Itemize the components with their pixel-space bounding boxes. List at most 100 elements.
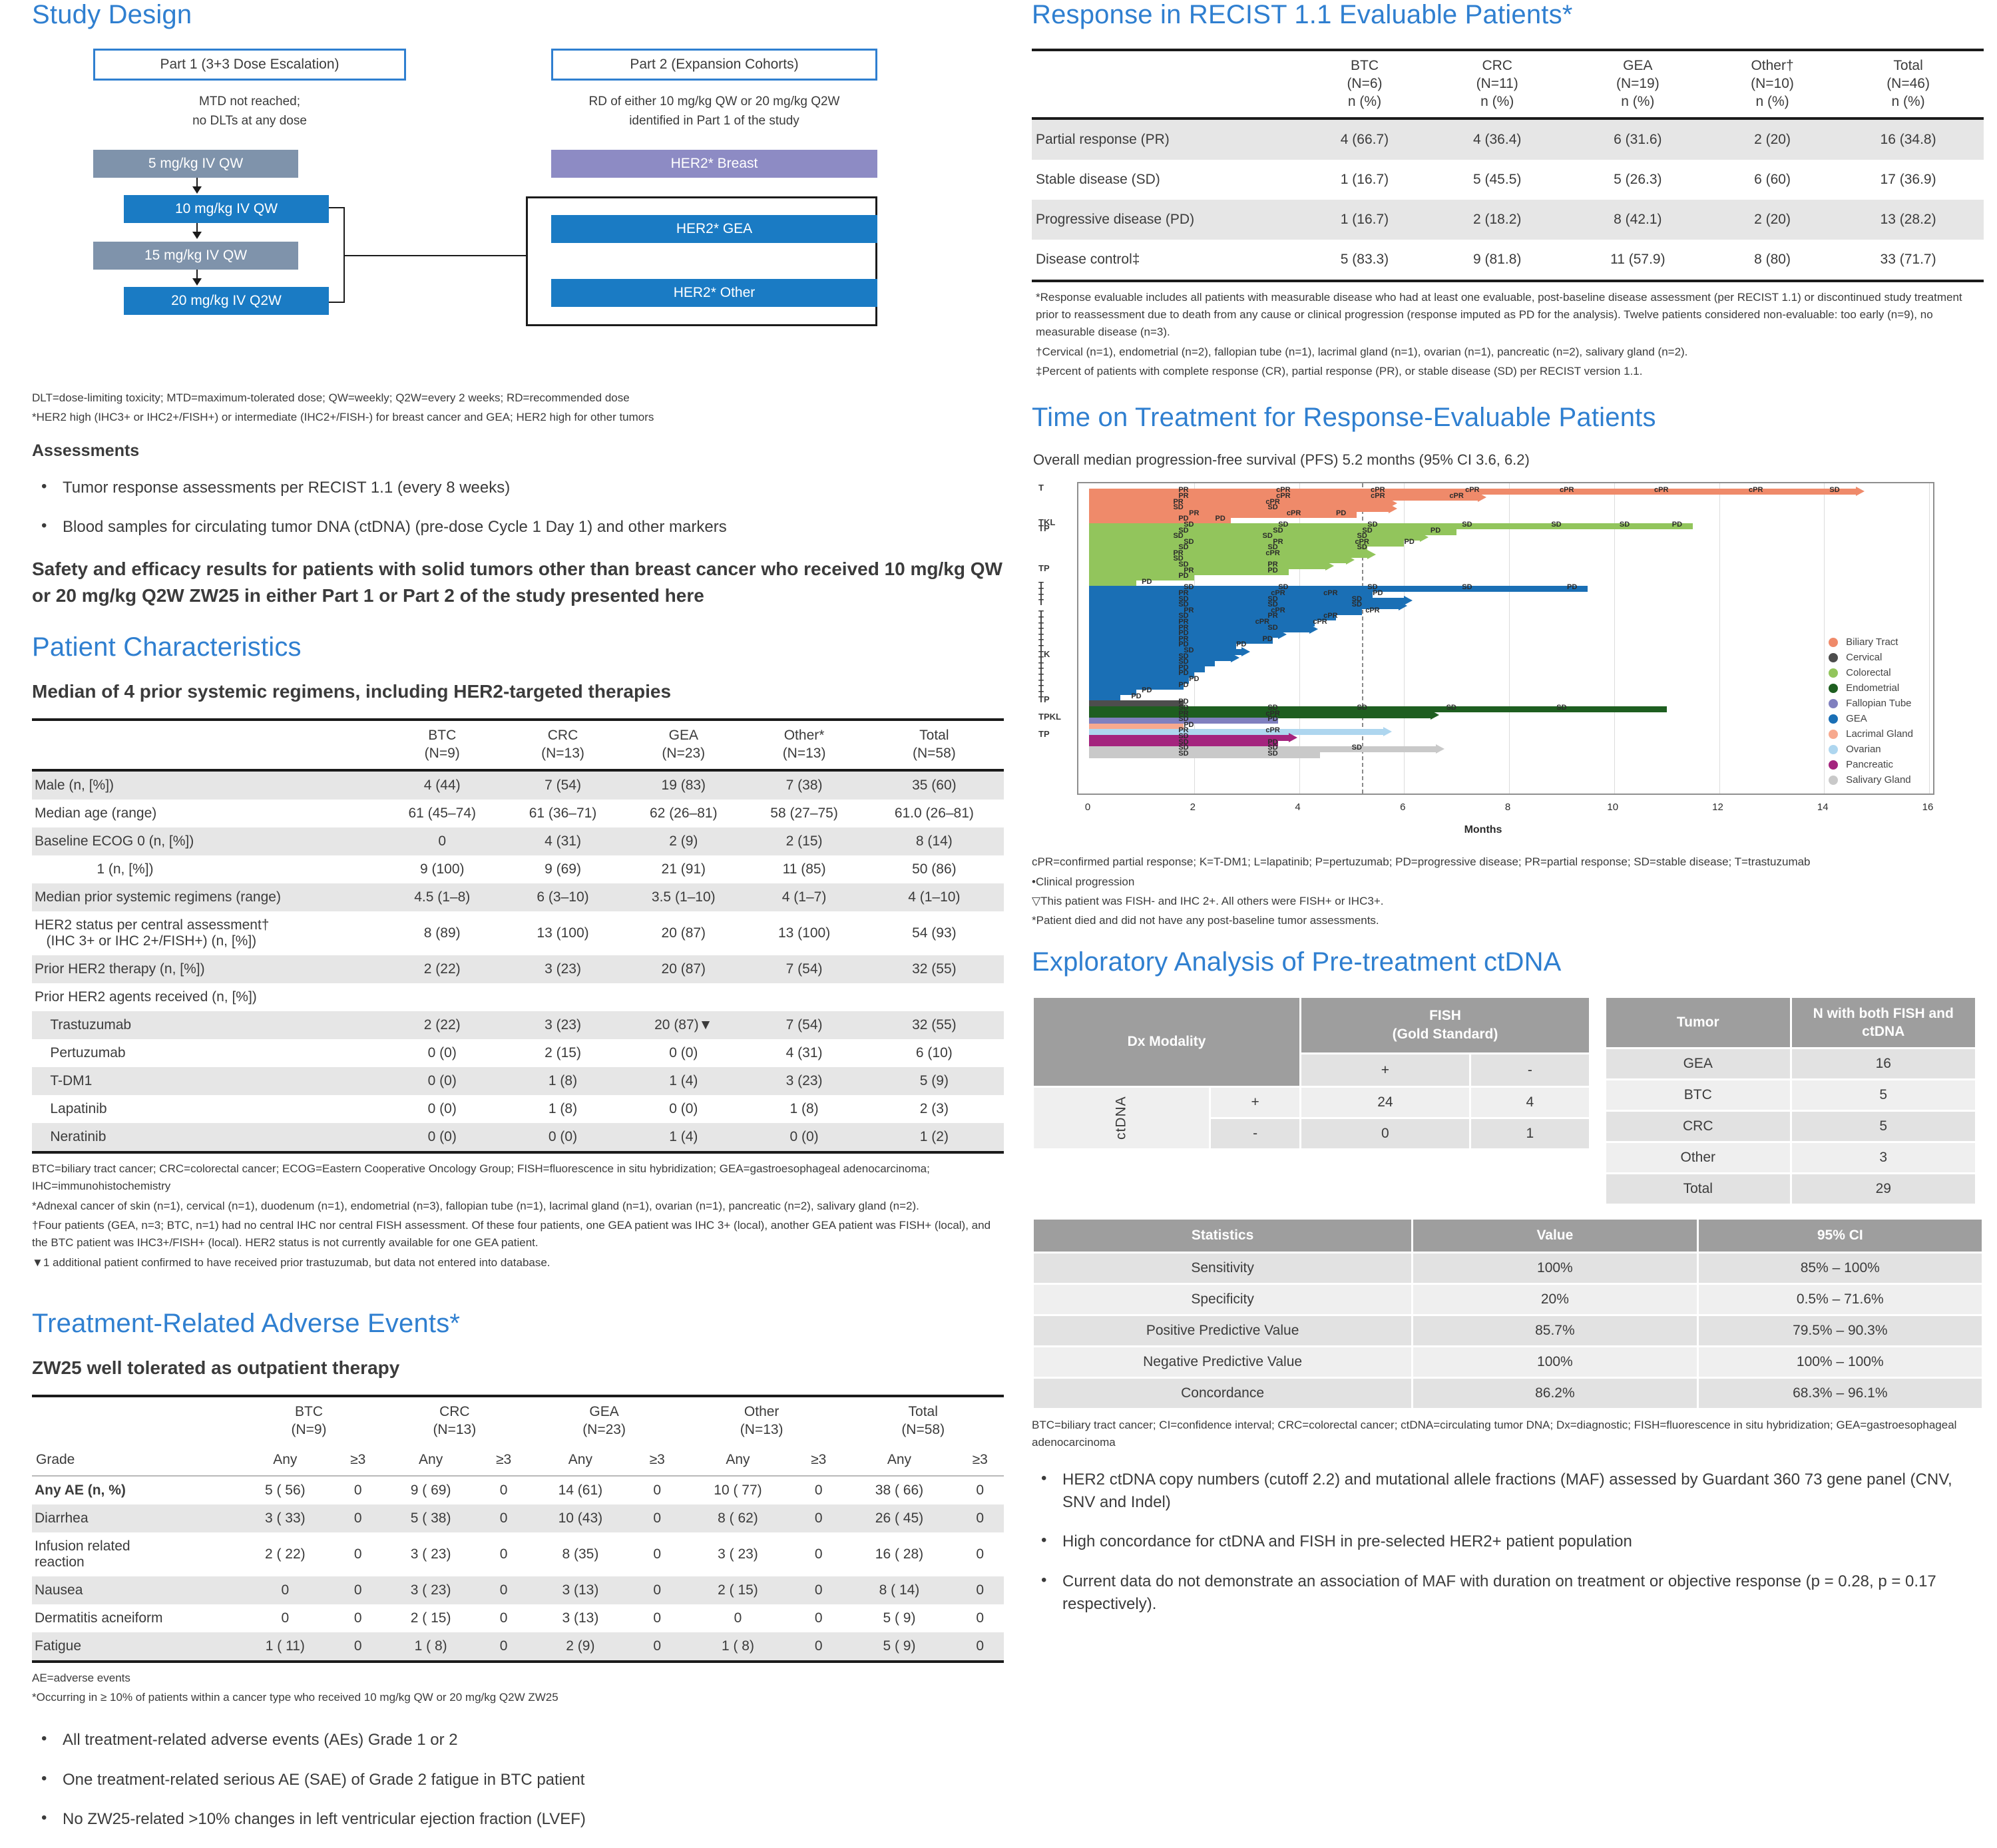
table-row: Prior HER2 agents received (n, [%]) [32, 983, 1004, 1011]
adverse-events-subhead: ZW25 well tolerated as outpatient therap… [32, 1357, 400, 1378]
list-item: High concordance for ctDNA and FISH in p… [1032, 1530, 1984, 1553]
legend-label: Fallopian Tube [1846, 698, 1912, 710]
table-cell: 5 ( 56) [264, 1482, 306, 1498]
response-marker: SD [1267, 503, 1278, 512]
table-row: Median age (range) 61 (45–74) 61 (36–71) 62… [32, 800, 1004, 827]
patient-characteristics-table: BTC (N=9) CRC (N=13) GEA (N=23) Other* (… [32, 718, 1004, 1154]
response-marker: cPR [1265, 549, 1280, 557]
response-marker: SD [1351, 744, 1362, 752]
table-row: HER2 status per central assessment† (IHC… [32, 911, 1004, 955]
response-marker: SD [1267, 623, 1278, 632]
table-cell: 0 [814, 1610, 823, 1626]
assessments-list: Tumor response assessments per RECIST 1.… [32, 475, 1004, 539]
tumor-n: 3 [1791, 1143, 1975, 1173]
table-cell: 3 ( 33) [236, 1504, 335, 1532]
dose-label-10mg: 10 mg/kg IV QW [174, 201, 278, 216]
stat-ci: 68.3% – 96.1% [1698, 1378, 1982, 1408]
adverse-events-footnotes: AE=adverse events *Occurring in ≥ 10% of… [32, 1670, 1004, 1707]
ae-group-other: Other (N=13) [740, 1403, 783, 1437]
table-cell: 4 (66.7) [1298, 118, 1431, 160]
table-cell: 0 [795, 1632, 843, 1662]
table-cell: 10 (43) [527, 1504, 634, 1532]
table-row: Infusion related reaction 2 ( 22) 0 3 ( 23) 0… [32, 1532, 1004, 1576]
col-head-total: Total (N=58) [912, 728, 956, 761]
legend-item: Biliary Tract [1829, 636, 1913, 648]
table-cell: 5 (83.3) [1340, 251, 1389, 267]
table-cell: 0 [633, 1504, 681, 1532]
table-cell: 32 (55) [864, 955, 1004, 983]
table-cell: 5 ( 38) [381, 1504, 480, 1532]
response-marker: SD [1267, 749, 1278, 758]
col-head-other: Other* (N=13) [782, 728, 826, 761]
table-row: Neratinib 0 (0) 0 (0) 1 (4) 0 (0) 1 (2) [32, 1122, 1004, 1152]
study-statement: Safety and efficacy results for patients… [32, 558, 1002, 606]
ae-grade-col: ≥3 [972, 1451, 988, 1467]
table-cell: 0 (0) [669, 1044, 698, 1060]
table-cell: 0 [976, 1482, 985, 1498]
response-marker: cPR [1265, 726, 1280, 735]
list-item: Current data do not demonstrate an assoc… [1032, 1569, 1984, 1615]
patient-characteristics-footnotes: BTC=biliary tract cancer; CRC=colorectal… [32, 1160, 1004, 1271]
x-axis-tick: 16 [1922, 802, 1934, 813]
col-head-crc: CRC (N=13) [541, 728, 584, 761]
dose-label-15mg: 15 mg/kg IV QW [144, 248, 248, 263]
table-cell: 3 (13) [562, 1610, 599, 1626]
col-head-btc: BTC (N=9) [424, 728, 460, 761]
table-row: CRC 5 [1606, 1112, 1975, 1142]
ae-grade-col: Any [568, 1451, 592, 1467]
list-item: Tumor response assessments per RECIST 1.… [32, 475, 1004, 499]
table-cell: 16 ( 28) [875, 1546, 924, 1562]
table-cell: 1 (4) [623, 1122, 744, 1152]
table-cell: 20 (87) [661, 925, 706, 941]
table-cell: 7 (54) [744, 955, 865, 983]
row-label: Infusion related reaction [35, 1538, 130, 1570]
response-marker: SD [1462, 583, 1472, 592]
table-cell: 4 (31) [502, 827, 624, 855]
study-design-diagram: Part 1 (3+3 Dose Escalation) Part 2 (Exp… [32, 49, 1004, 395]
legend-label: Endometrial [1846, 682, 1900, 694]
page-title-recist: Response in RECIST 1.1 Evaluable Patient… [1032, 0, 1573, 29]
row-label: Prior HER2 therapy (n, [%]) [32, 955, 382, 983]
table-cell: 1 ( 11) [236, 1632, 335, 1662]
page-title-patient-characteristics: Patient Characteristics [32, 632, 302, 662]
footnote-fish-ihc: ▽This patient was FISH- and IHC 2+. All … [1032, 895, 1384, 908]
ctdna-footnote: BTC=biliary tract cancer; CI=confidence … [1032, 1417, 1984, 1452]
tumor-n: 5 [1791, 1080, 1975, 1110]
part1-label: Part 1 (3+3 Dose Escalation) [160, 57, 339, 72]
dose-box-20mg: 20 mg/kg IV Q2W [124, 287, 329, 315]
table-cell: 1 (8) [789, 1100, 819, 1116]
table-cell: 0 [633, 1576, 681, 1604]
stat-value: 100% [1413, 1253, 1697, 1283]
patient-characteristics-subhead: Median of 4 prior systemic regimens, inc… [32, 681, 672, 702]
tumor-n: 16 [1791, 1049, 1975, 1079]
prior-therapy-label: TP [1038, 728, 1050, 739]
ae-grade-col: ≥3 [350, 1451, 366, 1467]
response-marker: cPR [1371, 491, 1385, 500]
response-marker: PD [1267, 715, 1278, 724]
assessments-title: Assessments [32, 441, 140, 460]
tumor-name: Other [1606, 1143, 1790, 1173]
page-title-adverse-events: Treatment-Related Adverse Events* [32, 1308, 461, 1338]
legend-swatch-icon [1829, 775, 1839, 785]
table-cell: 1 ( 8) [381, 1632, 480, 1662]
legend-item: Endometrial [1829, 682, 1913, 694]
legend-label: Ovarian [1846, 744, 1881, 756]
table-row: Any AE (n, %) 5 ( 56) 0 9 ( 69) 0 14 (61) 0 10 … [32, 1476, 1004, 1504]
row-label: Dermatitis acneiform [35, 1610, 163, 1626]
table-cell: 3 (23) [502, 1011, 624, 1039]
legend-item: Salivary Gland [1829, 774, 1913, 786]
table-cell [865, 983, 1004, 1011]
table-cell: 1 (4) [623, 1066, 744, 1095]
page-title-ctdna: Exploratory Analysis of Pre-treatment ct… [1032, 947, 1562, 977]
table-cell: 6 (60) [1754, 171, 1791, 187]
table-row: Progressive disease (PD) 1 (16.7) 2 (18.2)… [1032, 199, 1984, 240]
legend-swatch-icon [1829, 714, 1839, 724]
legend-label: Cervical [1846, 652, 1883, 664]
table-cell [744, 983, 864, 1011]
response-marker: SD [1462, 520, 1472, 529]
table-cell: 0 [236, 1576, 335, 1604]
table-cell: 0 [814, 1546, 823, 1562]
ae-grade-col: ≥3 [495, 1451, 512, 1467]
table-cell: 26 ( 45) [842, 1504, 957, 1532]
ae-grade-label: Grade [36, 1451, 75, 1467]
